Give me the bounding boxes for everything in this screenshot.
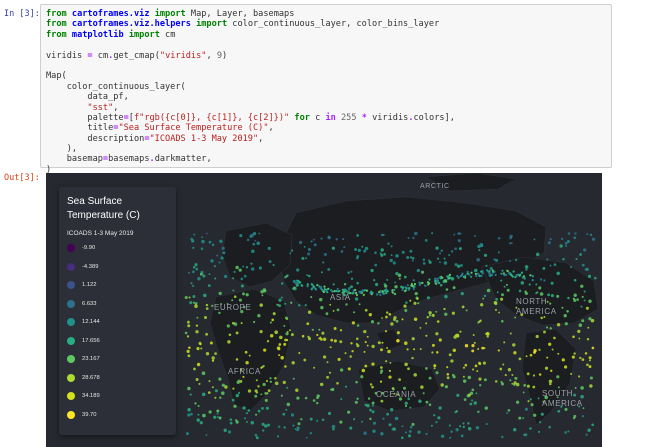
legend-swatch bbox=[67, 318, 75, 326]
legend-swatch bbox=[67, 262, 75, 271]
legend-swatch bbox=[67, 299, 75, 308]
legend-value: -4.389 bbox=[82, 263, 99, 270]
legend-value: 23.167 bbox=[82, 356, 100, 362]
label-south-america: SOUTH AMERICA bbox=[542, 389, 583, 408]
legend-swatch bbox=[67, 373, 75, 382]
legend-swatch bbox=[67, 336, 75, 345]
legend-item: -4.389 bbox=[67, 262, 98, 272]
legend-panel: Sea Surface Temperature (C) ICOADS 1-3 M… bbox=[59, 187, 176, 435]
code-cell[interactable]: from cartoframes.viz import Map, Layer, … bbox=[40, 4, 612, 175]
legend-swatch bbox=[67, 355, 75, 363]
legend-item: 6.633 bbox=[67, 299, 97, 309]
map-output[interactable]: ARCTIC ASIA EUROPE NORTH AMERICA AFRICA … bbox=[46, 173, 602, 447]
legend-value: 6.633 bbox=[82, 300, 97, 307]
legend-value: 28.678 bbox=[82, 374, 100, 381]
label-asia: ASIA bbox=[330, 293, 351, 302]
label-oceania: OCEANIA bbox=[376, 390, 417, 399]
legend-item: 34.189 bbox=[67, 391, 100, 401]
legend-item: 28.678 bbox=[67, 373, 100, 383]
output-prompt: Out[3]: bbox=[4, 173, 40, 183]
legend-value: 17.656 bbox=[82, 337, 100, 344]
legend-swatch bbox=[67, 281, 75, 289]
legend-item: 39.70 bbox=[67, 410, 97, 420]
legend-description: ICOADS 1-3 May 2019 bbox=[67, 230, 134, 237]
input-prompt: In [3]: bbox=[4, 9, 40, 19]
legend-item: 17.656 bbox=[67, 336, 100, 346]
label-africa: AFRICA bbox=[228, 367, 261, 376]
legend-swatch bbox=[67, 244, 75, 252]
legend-value: 1.122 bbox=[82, 282, 97, 288]
label-north-america: NORTH AMERICA bbox=[516, 297, 557, 316]
legend-item: 12.144 bbox=[67, 317, 100, 327]
legend-item: 23.167 bbox=[67, 354, 100, 364]
legend-value: 39.70 bbox=[82, 411, 97, 418]
label-arctic: ARCTIC bbox=[420, 183, 450, 190]
legend-title: Sea Surface Temperature (C) bbox=[67, 196, 140, 221]
label-europe: EUROPE bbox=[214, 303, 252, 312]
legend-value: 34.189 bbox=[82, 393, 100, 399]
legend-item: 1.122 bbox=[67, 280, 97, 290]
legend-swatch bbox=[67, 392, 75, 400]
code-input[interactable]: from cartoframes.viz import Map, Layer, … bbox=[41, 5, 611, 179]
legend-item: -9.90 bbox=[67, 243, 95, 253]
legend-value: -9.90 bbox=[82, 245, 96, 251]
legend-value: 12.144 bbox=[82, 319, 100, 325]
legend-swatch bbox=[67, 410, 75, 419]
